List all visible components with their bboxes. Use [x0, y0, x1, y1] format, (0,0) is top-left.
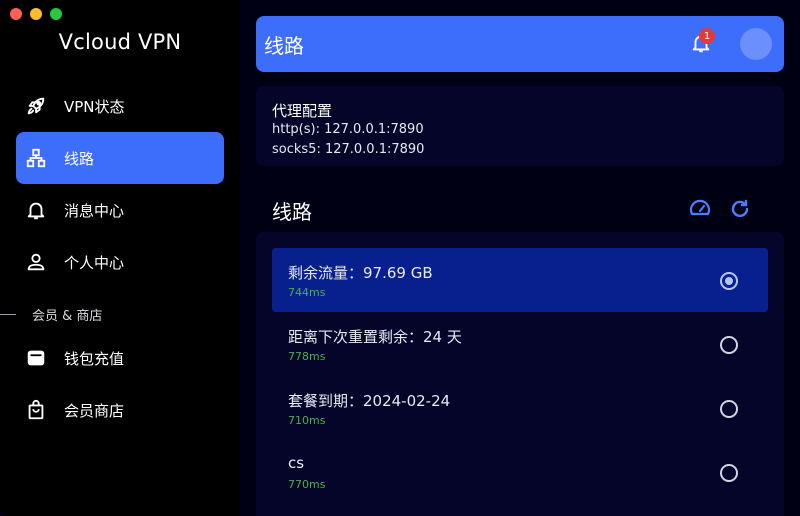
- sidebar-item-label: 线路: [64, 149, 95, 168]
- network-icon: [24, 146, 48, 170]
- route-name: 套餐到期：2024-02-24: [288, 392, 451, 410]
- section-label-membership: 会员 & 商店: [0, 306, 240, 324]
- window-controls: [10, 8, 62, 20]
- route-latency: 770ms: [288, 478, 326, 491]
- route-latency: 710ms: [288, 414, 326, 427]
- person-icon: [24, 250, 48, 274]
- sidebar-item-label: 消息中心: [64, 201, 125, 220]
- proxy-http-address: http(s): 127.0.0.1:7890: [272, 122, 424, 137]
- proxy-config-title: 代理配置: [272, 102, 333, 120]
- speedometer-icon: [689, 199, 711, 216]
- routes-section-title: 线路: [272, 200, 312, 224]
- route-latency: 778ms: [288, 350, 326, 363]
- section-divider: [0, 313, 16, 315]
- avatar[interactable]: [740, 28, 772, 60]
- app-title: Vcloud VPN: [58, 30, 182, 54]
- sidebar-item-wallet[interactable]: 钱包充值: [16, 332, 224, 384]
- rocket-icon: [24, 94, 48, 118]
- sidebar-item-routes[interactable]: 线路: [16, 132, 224, 184]
- section-label-text: 会员 & 商店: [32, 308, 103, 324]
- route-radio[interactable]: [720, 464, 738, 482]
- sidebar-item-messages[interactable]: 消息中心: [16, 184, 224, 236]
- sidebar: Vcloud VPN VPN状态 线路 消息中心 个人中心 会员 & 商店 钱包…: [0, 0, 240, 516]
- refresh-button[interactable]: [728, 197, 752, 221]
- page-title: 线路: [264, 34, 304, 58]
- page-header: 线路 1: [256, 16, 784, 72]
- route-item[interactable]: 套餐到期：2024-02-24 710ms: [272, 376, 768, 440]
- sidebar-item-profile[interactable]: 个人中心: [16, 236, 224, 288]
- shopping-bag-icon: [24, 398, 48, 422]
- bell-icon: [24, 198, 48, 222]
- speed-test-button[interactable]: [688, 197, 712, 221]
- close-window-button[interactable]: [10, 8, 22, 20]
- route-latency: 744ms: [288, 286, 326, 299]
- minimize-window-button[interactable]: [30, 8, 42, 20]
- route-item[interactable]: 距离下次重置剩余：24 天 778ms: [272, 312, 768, 376]
- sidebar-item-vpn-status[interactable]: VPN状态: [16, 80, 224, 132]
- route-item[interactable]: 剩余流量：97.69 GB 744ms: [272, 248, 768, 312]
- route-name: 距离下次重置剩余：24 天: [288, 328, 462, 346]
- proxy-socks-address: socks5: 127.0.0.1:7890: [272, 142, 425, 157]
- sidebar-item-shop[interactable]: 会员商店: [16, 384, 224, 436]
- notification-badge: 1: [699, 28, 715, 44]
- app-window: Vcloud VPN VPN状态 线路 消息中心 个人中心 会员 & 商店 钱包…: [0, 0, 800, 516]
- route-name: cs: [288, 454, 305, 472]
- wallet-icon: [24, 346, 48, 370]
- sidebar-item-label: 会员商店: [64, 401, 125, 420]
- route-radio-selected[interactable]: [720, 272, 738, 290]
- zoom-window-button[interactable]: [50, 8, 62, 20]
- proxy-config-card: 代理配置 http(s): 127.0.0.1:7890 socks5: 127…: [256, 86, 784, 166]
- route-radio[interactable]: [720, 400, 738, 418]
- sidebar-item-label: 个人中心: [64, 253, 125, 272]
- route-radio[interactable]: [720, 336, 738, 354]
- sidebar-item-label: 钱包充值: [64, 349, 125, 368]
- refresh-icon: [731, 199, 749, 218]
- route-name: 剩余流量：97.69 GB: [288, 264, 433, 282]
- route-item[interactable]: cs 770ms: [272, 440, 768, 504]
- sidebar-item-label: VPN状态: [64, 97, 125, 116]
